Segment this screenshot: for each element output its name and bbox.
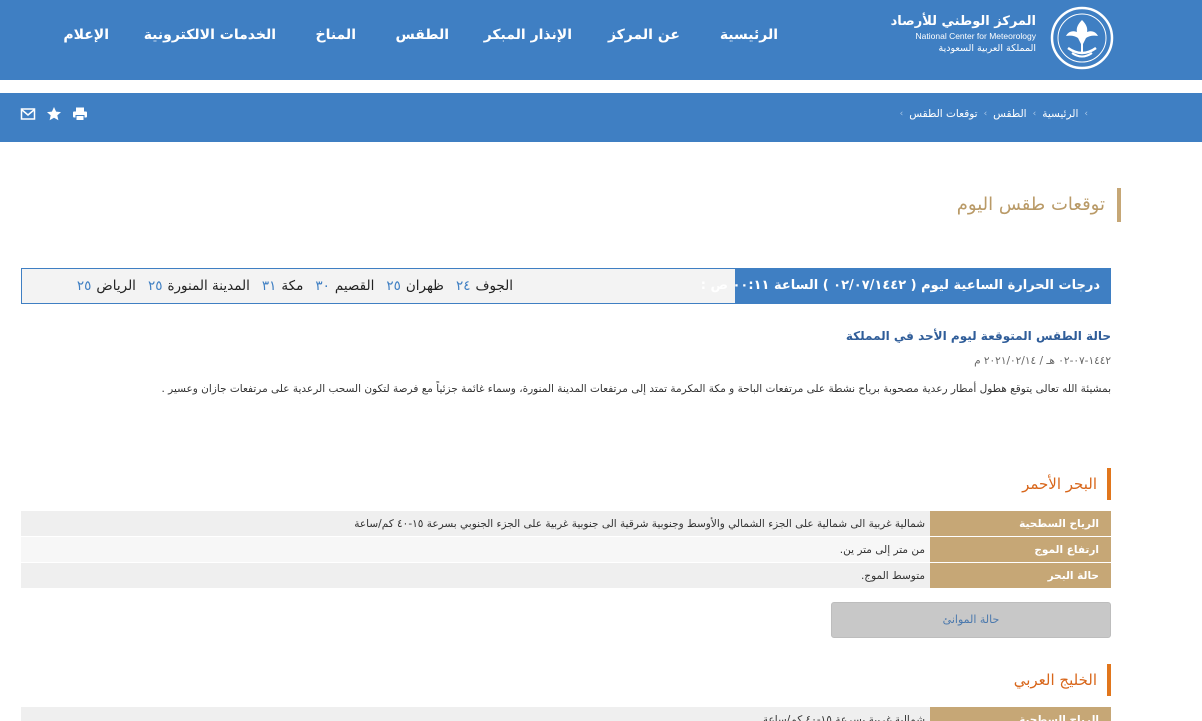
ticker-city: مكة٣١ <box>262 269 303 303</box>
info-key: حالة البحر <box>930 563 1111 588</box>
city-temp: ٢٤ <box>455 278 471 294</box>
ports-status-button[interactable]: حالة الموانئ <box>831 602 1111 638</box>
nav-item-weather[interactable]: الطقس <box>395 27 449 43</box>
city-name: الرياض <box>96 278 136 294</box>
nav-item-media[interactable]: الإعلام <box>63 27 109 43</box>
ticker-city: المدينة المنورة٢٥ <box>148 269 250 303</box>
ticker-city: ظهران٢٥ <box>386 269 444 303</box>
city-temp: ٢٥ <box>76 278 92 294</box>
report-title: حالة الطقس المتوقعة ليوم الأحد في المملك… <box>845 329 1111 343</box>
table-row: الرياح السطحية شمالية غربية الى شمالية ع… <box>21 511 1111 536</box>
report-text: بمشيئة الله تعالى يتوقع هطول أمطار رعدية… <box>161 383 1112 395</box>
nav-item-about[interactable]: عن المركز <box>608 27 680 43</box>
city-temp: ٣٠ <box>315 278 330 294</box>
table-row: ارتفاع الموج من متر إلى متر ين. <box>21 537 1111 562</box>
info-key: الرياح السطحية <box>930 511 1111 536</box>
nav-item-e-services[interactable]: الخدمات الالكترونية <box>144 27 276 43</box>
info-value: شمالية غربية بسرعة ١٥-٤٠ كم/ساعة <box>21 707 930 721</box>
breadcrumb-separator-icon: › <box>1032 109 1037 119</box>
nav-item-early-warning[interactable]: الإنذار المبكر <box>484 27 572 43</box>
temperature-ticker: درجات الحرارة الساعية ليوم ( ٠٢/٠٧/١٤٤٢ … <box>21 268 1111 304</box>
info-value: شمالية غربية الى شمالية على الجزء الشمال… <box>21 511 930 536</box>
arabian-gulf-table: الرياح السطحية شمالية غربية بسرعة ١٥-٤٠ … <box>21 706 1111 721</box>
breadcrumb: › الرئيسية › الطقس › توقعات الطقس › <box>894 108 1094 120</box>
info-key: الرياح السطحية <box>930 707 1111 721</box>
info-value: من متر إلى متر ين. <box>21 537 930 562</box>
table-row: حالة البحر متوسط الموج. <box>21 563 1111 588</box>
arabian-gulf-heading: الخليج العربي <box>1014 664 1111 696</box>
print-icon[interactable] <box>72 106 88 122</box>
city-temp: ٢٥ <box>147 278 163 294</box>
city-name: المدينة المنورة <box>167 278 250 294</box>
ticker-track: الجوف٢٤ ظهران٢٥ القصيم٣٠ مكة٣١ المدينة ا… <box>22 269 735 303</box>
breadcrumb-forecast[interactable]: توقعات الطقس <box>909 108 977 120</box>
city-name: الجوف <box>475 278 513 294</box>
ticker-city: الرياض٢٥ <box>77 269 136 303</box>
city-temp: ٢٥ <box>386 278 401 294</box>
ticker-city: القصيم٣٠ <box>315 269 374 303</box>
ticker-cities: الجوف٢٤ ظهران٢٥ القصيم٣٠ مكة٣١ المدينة ا… <box>65 269 513 303</box>
page-title: توقعات طقس اليوم <box>957 188 1121 222</box>
main-nav: الرئيسية عن المركز الإنذار المبكر الطقس … <box>0 27 1202 47</box>
city-temp: ٣١ <box>261 278 277 294</box>
breadcrumb-separator-icon: › <box>1084 109 1088 119</box>
city-name: القصيم <box>334 278 375 294</box>
nav-item-climate[interactable]: المناخ <box>315 27 356 43</box>
ticker-label: درجات الحرارة الساعية ليوم ( ٠٢/٠٧/١٤٤٢ … <box>701 269 1110 303</box>
report-date: ١٤٤٢-٠٧-٠٢ هـ / ٢٠٢١/٠٢/١٤ م <box>974 355 1111 367</box>
breadcrumb-weather[interactable]: الطقس <box>993 108 1026 120</box>
city-name: ظهران <box>405 278 444 294</box>
page-tools <box>20 106 88 122</box>
breadcrumb-separator-icon: › <box>899 109 904 119</box>
city-name: مكة <box>281 278 304 294</box>
top-header: المركز الوطني للأرصاد National Center fo… <box>0 0 1202 80</box>
red-sea-table: الرياح السطحية شمالية غربية الى شمالية ع… <box>21 510 1111 589</box>
breadcrumb-separator-icon: › <box>983 109 988 119</box>
star-icon[interactable] <box>46 106 62 122</box>
mail-icon[interactable] <box>20 106 36 122</box>
table-row: الرياح السطحية شمالية غربية بسرعة ١٥-٤٠ … <box>21 707 1111 721</box>
red-sea-heading: البحر الأحمر <box>1022 468 1111 500</box>
breadcrumb-bar: › الرئيسية › الطقس › توقعات الطقس › <box>0 93 1202 142</box>
info-key: ارتفاع الموج <box>930 537 1111 562</box>
nav-item-home[interactable]: الرئيسية <box>720 27 778 43</box>
breadcrumb-home[interactable]: الرئيسية <box>1042 108 1078 120</box>
ticker-city: الجوف٢٤ <box>456 269 513 303</box>
info-value: متوسط الموج. <box>21 563 930 588</box>
